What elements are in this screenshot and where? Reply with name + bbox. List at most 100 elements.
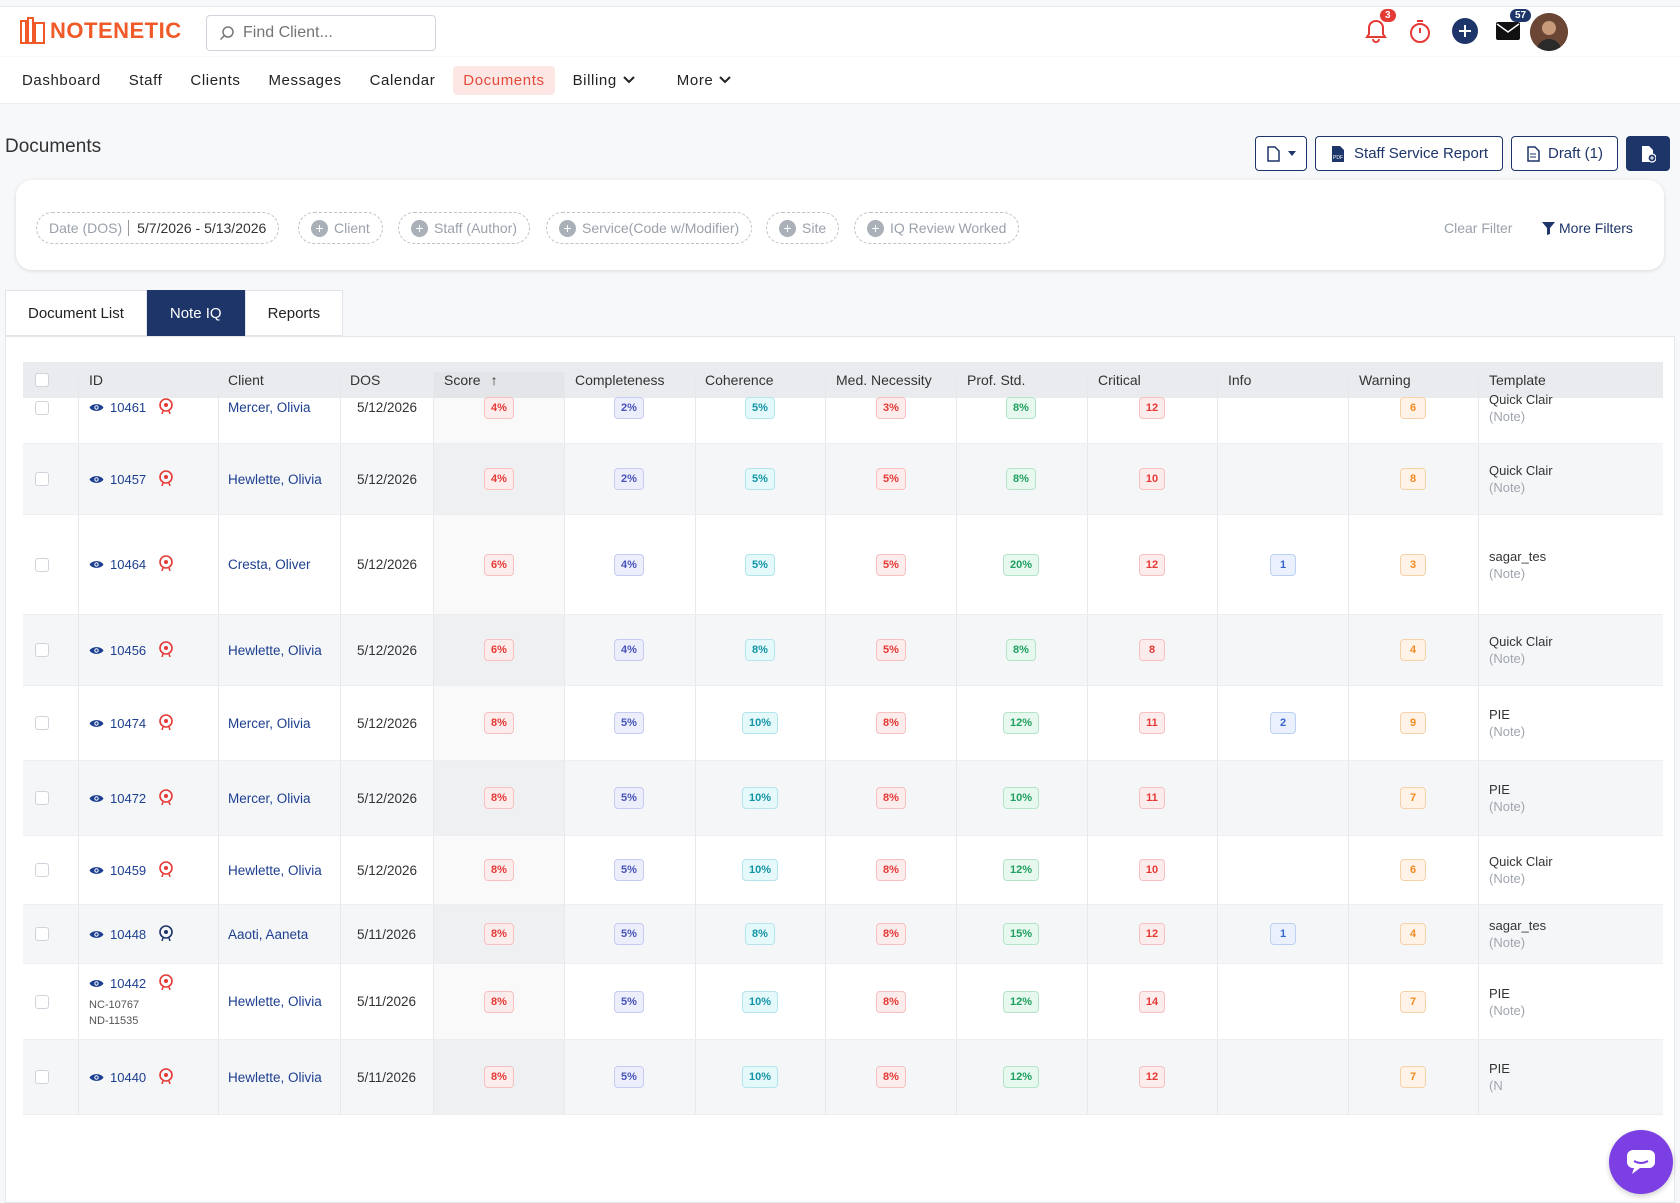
row-checkbox[interactable] (35, 863, 49, 877)
nav-clients[interactable]: Clients (180, 66, 250, 95)
draft-button[interactable]: Draft (1) (1510, 136, 1618, 171)
tab-document-list[interactable]: Document List (5, 290, 147, 336)
notifications-button[interactable]: 3 (1358, 9, 1396, 49)
eye-icon[interactable] (89, 645, 104, 656)
table-row[interactable]: 10457 Hewlette, Olivia 5/12/2026 4% 2% 5% 5% 8%… (23, 444, 1663, 515)
nav-documents[interactable]: Documents (453, 65, 555, 95)
eye-icon[interactable] (89, 559, 104, 570)
more-filters-button[interactable]: More Filters (1542, 220, 1633, 236)
tab-note-iq[interactable]: Note IQ (146, 290, 245, 336)
row-checkbox[interactable] (35, 716, 49, 730)
note-iq-brain-icon[interactable] (158, 398, 174, 417)
row-checkbox[interactable] (35, 1070, 49, 1084)
brand-logo[interactable]: NOTENETIC (20, 17, 182, 45)
warning-badge: 7 (1400, 1066, 1426, 1088)
client-name-link[interactable]: Hewlette, Olivia (228, 444, 322, 514)
client-name-link[interactable]: Mercer, Olivia (228, 372, 311, 443)
client-name-link[interactable]: Mercer, Olivia (228, 761, 311, 835)
column-divider (825, 905, 826, 963)
table-row[interactable]: 10442 NC-10767 ND-11535 Hewlette, Olivia 5/1… (23, 964, 1663, 1040)
note-iq-brain-icon[interactable] (158, 469, 174, 489)
staff-service-report-button[interactable]: PDF Staff Service Report (1315, 136, 1503, 171)
completeness-badge: 5% (614, 923, 644, 945)
eye-icon[interactable] (89, 865, 104, 876)
eye-icon[interactable] (89, 978, 104, 989)
table-row[interactable]: 10459 Hewlette, Olivia 5/12/2026 8% 5% 10% 8% 1… (23, 836, 1663, 905)
document-actions-dropdown[interactable] (1255, 136, 1308, 171)
tab-reports[interactable]: Reports (244, 290, 344, 336)
row-checkbox[interactable] (35, 994, 49, 1009)
table-row[interactable]: 10474 Mercer, Olivia 5/12/2026 8% 5% 10% 8% 12%… (23, 686, 1663, 761)
row-checkbox[interactable] (35, 557, 49, 572)
service-filter[interactable]: + Service(Code w/Modifier) (546, 212, 753, 244)
chat-widget-button[interactable] (1609, 1130, 1673, 1194)
table-row[interactable]: 10464 Cresta, Oliver 5/12/2026 6% 4% 5% 5% 20% 1… (23, 515, 1663, 615)
client-name-link[interactable]: Aaoti, Aaneta (228, 905, 308, 963)
note-iq-brain-icon[interactable] (158, 974, 174, 993)
client-filter[interactable]: + Client (298, 212, 383, 244)
document-id-link[interactable]: 10459 (89, 860, 174, 880)
note-iq-brain-icon[interactable] (158, 788, 174, 808)
row-checkbox[interactable] (35, 927, 49, 941)
client-name-link[interactable]: Hewlette, Olivia (228, 1040, 322, 1114)
nav-calendar[interactable]: Calendar (360, 66, 446, 95)
note-iq-brain-icon[interactable] (158, 924, 174, 944)
note-iq-brain-icon[interactable] (158, 713, 174, 733)
eye-icon[interactable] (89, 718, 104, 729)
document-id-link[interactable]: 10456 (89, 640, 174, 660)
new-document-button[interactable] (1626, 136, 1670, 171)
client-name-link[interactable]: Hewlette, Olivia (228, 964, 322, 1039)
document-id-link[interactable]: 10442 (89, 974, 174, 993)
client-name-link[interactable]: Mercer, Olivia (228, 686, 311, 760)
date-dos-filter[interactable]: Date (DOS) 5/7/2026 - 5/13/2026 (36, 212, 280, 244)
row-checkbox[interactable] (35, 791, 49, 805)
table-row[interactable]: 10461 Mercer, Olivia 5/12/2026 4% 2% 5% 3% 8% 12… (23, 372, 1663, 444)
nav-dashboard[interactable]: Dashboard (12, 66, 111, 95)
table-row[interactable]: 10448 Aaoti, Aaneta 5/11/2026 8% 5% 8% 8% 15% 12… (23, 905, 1663, 964)
table-row[interactable]: 10440 Hewlette, Olivia 5/11/2026 8% 5% 10% 8% 1… (23, 1040, 1663, 1115)
eye-icon[interactable] (89, 793, 104, 804)
document-id-link[interactable]: 10464 (89, 555, 174, 574)
nav-messages[interactable]: Messages (258, 66, 351, 95)
eye-icon[interactable] (89, 1072, 104, 1083)
add-button[interactable] (1447, 13, 1483, 49)
eye-icon[interactable] (89, 929, 104, 940)
document-id-link[interactable]: 10457 (89, 469, 174, 489)
search-input[interactable] (243, 24, 423, 42)
client-name-link[interactable]: Hewlette, Olivia (228, 615, 322, 685)
warning-cell: 3 (1383, 515, 1443, 614)
avatar[interactable] (1530, 13, 1568, 51)
client-name-link[interactable]: Cresta, Oliver (228, 515, 311, 614)
nav-billing[interactable]: Billing (563, 66, 645, 95)
messages-button[interactable]: 57 (1490, 9, 1532, 49)
warning-cell: 7 (1383, 964, 1443, 1039)
row-checkbox[interactable] (35, 400, 49, 415)
document-id-link[interactable]: 10461 (89, 398, 174, 417)
nav-staff[interactable]: Staff (119, 66, 173, 95)
eye-icon[interactable] (89, 402, 104, 413)
document-id-link[interactable]: 10440 (89, 1067, 174, 1087)
document-id-link[interactable]: 10474 (89, 713, 174, 733)
site-filter[interactable]: + Site (766, 212, 840, 244)
note-iq-brain-icon[interactable] (158, 640, 174, 660)
table-row[interactable]: 10472 Mercer, Olivia 5/12/2026 8% 5% 10% 8% 10%… (23, 761, 1663, 836)
document-id: 10457 (110, 471, 147, 487)
column-divider (825, 836, 826, 904)
client-name-link[interactable]: Hewlette, Olivia (228, 836, 322, 904)
clear-filter-link[interactable]: Clear Filter (1444, 220, 1512, 236)
eye-icon[interactable] (89, 474, 104, 485)
iq-review-worked-filter[interactable]: + IQ Review Worked (854, 212, 1020, 244)
staff-author-filter[interactable]: + Staff (Author) (398, 212, 531, 244)
plus-icon: + (867, 219, 884, 237)
note-iq-brain-icon[interactable] (158, 860, 174, 880)
note-iq-brain-icon[interactable] (158, 555, 174, 574)
find-client-search[interactable] (206, 15, 436, 51)
nav-more[interactable]: More (667, 66, 742, 95)
document-id-link[interactable]: 10472 (89, 788, 174, 808)
row-checkbox[interactable] (35, 643, 49, 657)
table-row[interactable]: 10456 Hewlette, Olivia 5/12/2026 6% 4% 8% 5% 8%… (23, 615, 1663, 686)
note-iq-brain-icon[interactable] (158, 1067, 174, 1087)
document-id-link[interactable]: 10448 (89, 924, 174, 944)
timer-button[interactable] (1402, 13, 1438, 49)
row-checkbox[interactable] (35, 472, 49, 486)
